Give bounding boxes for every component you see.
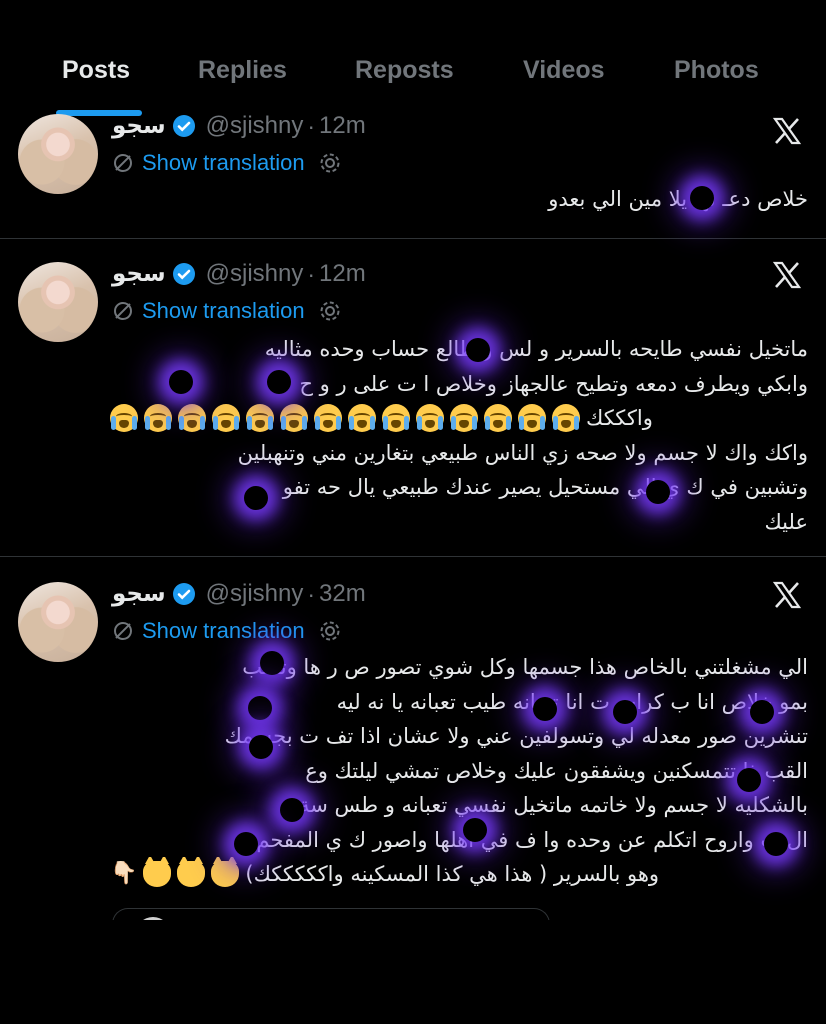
loudly-crying-emoji [348,404,376,433]
tweet-line: ال ب واروح اتكلم عن وحده وا ف في اهلها و… [256,827,808,852]
translate-icon [114,622,132,640]
avatar[interactable] [18,582,98,662]
tab-photos[interactable]: Photos [674,56,759,85]
censor-blot [248,696,272,720]
loudly-crying-emoji [416,404,444,433]
show-translation-label[interactable]: Show translation [142,150,305,176]
censor-blot [764,832,788,856]
display-name[interactable]: سجو [112,261,166,287]
loudly-crying-emoji [552,404,580,433]
censor-blot [613,700,637,724]
tab-posts[interactable]: Posts [62,56,130,85]
tweet-line: وتشبين في ك ي الي مستحيل يصير عندك طبيعي… [282,475,808,499]
censor-blot [533,697,557,721]
tweet-line: وابكي ويطرف دمعه وتطيح عالجهاز وخلاص ا ت… [299,371,808,396]
x-logo-icon [772,261,802,289]
loudly-crying-emoji [212,404,240,433]
user-handle[interactable]: @sjishny [206,112,304,140]
divider [0,238,826,239]
loudly-crying-emoji [484,404,512,433]
crying-emoji-group [110,404,580,433]
tweet-text: الي مشغلتني بالخاص هذا جسمها وكل شوي تصو… [110,650,808,892]
timestamp[interactable]: 12m [319,112,366,140]
tweet-header: سجو @sjishny · 12m [112,110,366,142]
loudly-crying-emoji [518,404,546,433]
tweet-header: سجو @sjishny · 32m [112,578,366,610]
loudly-crying-emoji [280,404,308,433]
loudly-crying-emoji [314,404,342,433]
gear-icon[interactable] [319,152,341,174]
censor-blot [244,486,268,510]
separator-dot: · [307,260,316,287]
tweet-line: بمو خلاص انا ب كرات ت انا تعبانه طيب تعب… [336,689,808,714]
censor-blot [169,370,193,394]
separator-dot: · [307,112,316,139]
tweet-line: واكك واك لا جسم ولا صحه زي الناس طبيعي ب… [237,440,808,465]
censor-blot [466,338,490,362]
gear-icon[interactable] [319,300,341,322]
censor-blot [750,700,774,724]
tab-reposts[interactable]: Reposts [355,56,454,85]
censor-blot [690,186,714,210]
censor-blot [737,768,761,792]
timestamp[interactable]: 32m [319,580,366,608]
profile-tabs: Posts Replies Reposts Videos Photos [0,0,826,118]
censor-blot [249,735,273,759]
user-handle[interactable]: @sjishny [206,260,304,288]
tab-videos[interactable]: Videos [523,56,605,85]
tweet-line-emoji: وهو بالسرير ( هذا هي كذا المسكينه واكككك… [110,857,808,892]
verified-badge-icon [172,115,195,137]
laughing-cat-emoji-group [143,857,240,888]
cat-tears-of-joy-emoji [211,857,240,888]
gear-icon[interactable] [319,620,341,642]
tweet-text: ماتخيل نفسي طايحه بالسرير و لس واطالع حس… [110,332,808,539]
tweet-line: بالشكليه لا جسم ولا خاتمه ماتخيل نفسي تع… [299,793,808,817]
show-translation-link[interactable]: Show translation [112,296,349,326]
translate-icon [114,302,132,320]
tweet-line: عليك [764,509,808,534]
tweet-line: تنشرين صور معدله لي وتسولفين عني ولا عشا… [224,724,808,748]
divider [0,556,826,557]
separator-dot: · [307,580,316,607]
avatar[interactable] [18,114,98,194]
tweet-line: واكككك [586,406,653,430]
timestamp[interactable]: 12m [319,260,366,288]
tweet-line: ماتخيل نفسي طايحه بالسرير و لس واطالع حس… [264,337,808,361]
loudly-crying-emoji [178,404,206,433]
x-logo-icon [772,117,802,145]
user-handle[interactable]: @sjishny [206,580,304,608]
pointing-down-emoji: 👇🏻 [110,861,138,886]
display-name[interactable]: سجو [112,581,166,607]
censor-blot [267,370,291,394]
show-translation-link[interactable]: Show translation [112,616,349,646]
censor-blot [646,480,670,504]
censor-blot [463,818,487,842]
loudly-crying-emoji [382,404,410,433]
censor-blot [260,651,284,675]
x-logo-icon [772,581,802,609]
tweet-line: القب ذا تتمسكنين ويشفقون عليك وخلاص تمشي… [305,758,808,783]
verified-badge-icon [172,583,195,605]
loudly-crying-emoji [450,404,478,433]
tweet-line: الي مشغلتني بالخاص هذا جسمها وكل شوي تصو… [242,655,808,679]
censor-blot [234,832,258,856]
tab-replies[interactable]: Replies [198,56,287,85]
show-translation-label[interactable]: Show translation [142,618,305,644]
show-translation-label[interactable]: Show translation [142,298,305,324]
loudly-crying-emoji [246,404,274,433]
tweet-line-emoji: واكككك [110,401,808,436]
tweet-header: سجو @sjishny · 12m [112,258,366,290]
avatar[interactable] [18,262,98,342]
loudly-crying-emoji [144,404,172,433]
censor-blot [280,798,304,822]
loudly-crying-emoji [110,404,138,433]
display-name[interactable]: سجو [112,113,166,139]
translate-icon [114,154,132,172]
cat-tears-of-joy-emoji [177,857,206,888]
verified-badge-icon [172,263,195,285]
bottom-blank-area [0,920,826,1024]
show-translation-link[interactable]: Show translation [112,148,349,178]
cat-tears-of-joy-emoji [143,857,172,888]
tweet-line: وهو بالسرير ( هذا هي كذا المسكينه واكككك… [245,862,660,886]
